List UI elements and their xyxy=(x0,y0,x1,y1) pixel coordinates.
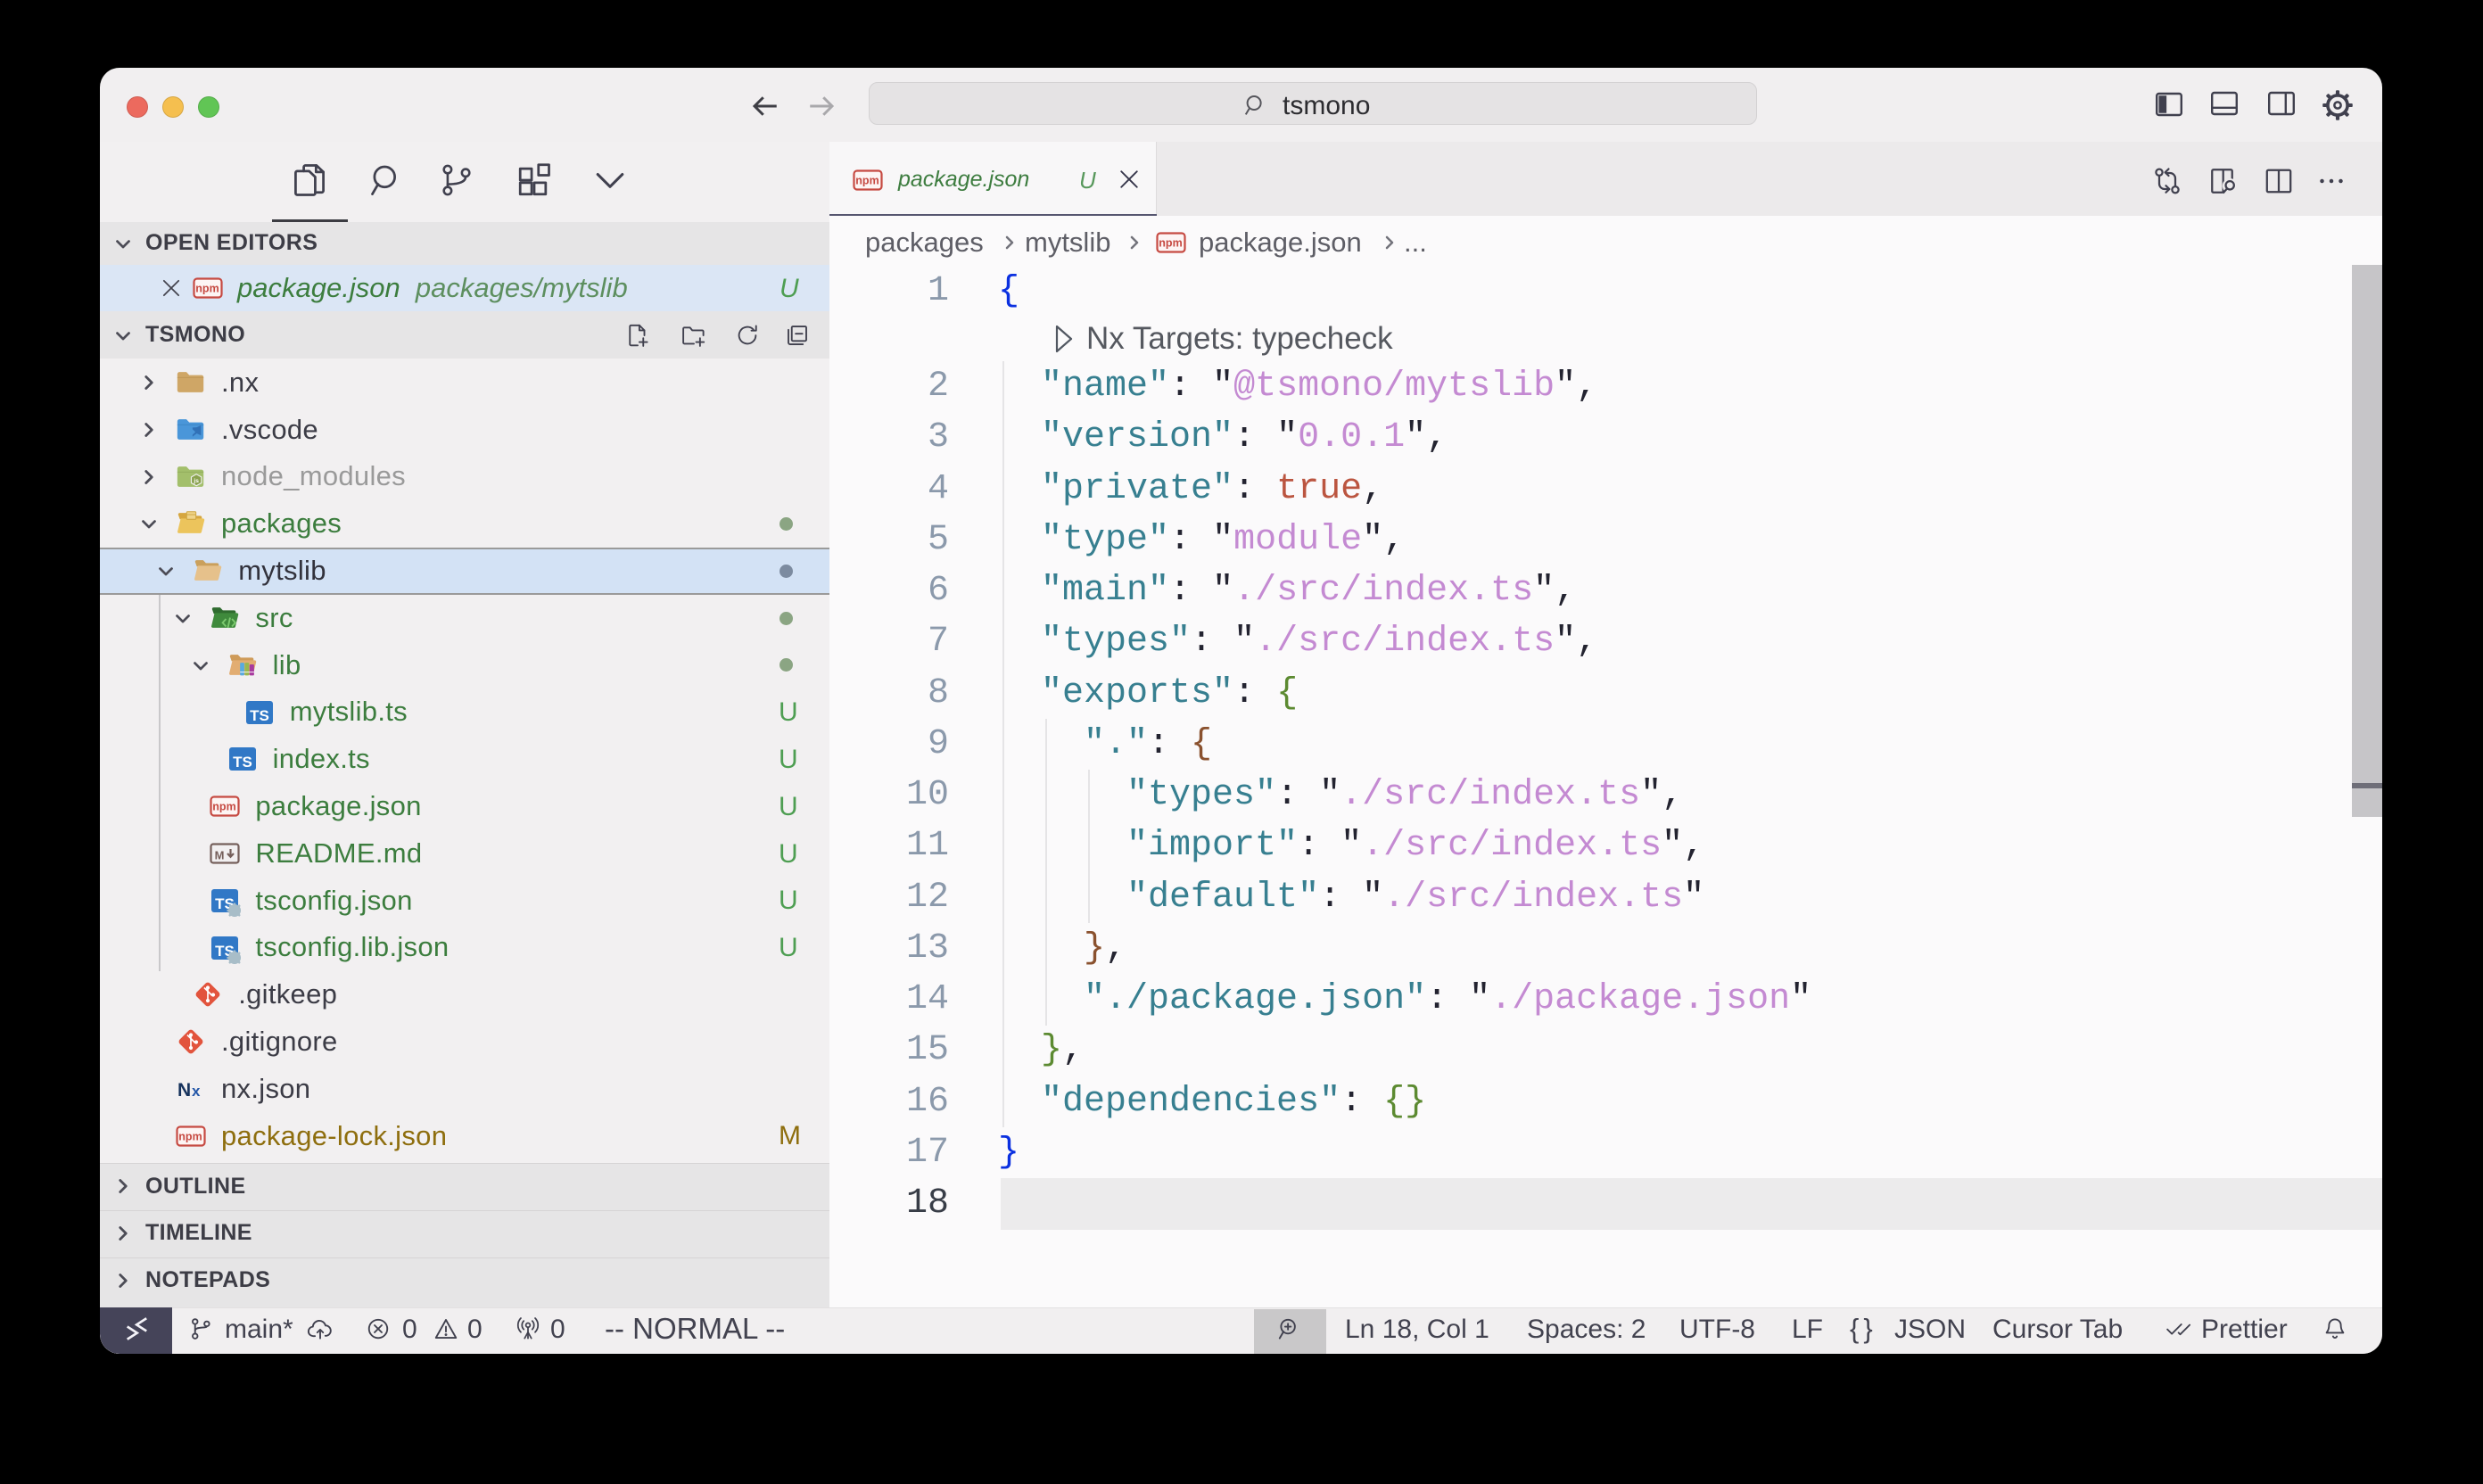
svg-text:TS: TS xyxy=(233,754,252,771)
svg-text:npm: npm xyxy=(213,801,236,813)
svg-text:M: M xyxy=(215,849,225,862)
svg-text:npm: npm xyxy=(195,283,219,295)
svg-text:N: N xyxy=(177,1080,191,1101)
svg-text:npm: npm xyxy=(178,1130,202,1142)
svg-text:npm: npm xyxy=(1159,237,1182,250)
svg-text:TS: TS xyxy=(250,707,269,724)
svg-text:js: js xyxy=(193,478,199,484)
svg-text:npm: npm xyxy=(855,175,879,187)
svg-text:x: x xyxy=(192,1083,201,1100)
